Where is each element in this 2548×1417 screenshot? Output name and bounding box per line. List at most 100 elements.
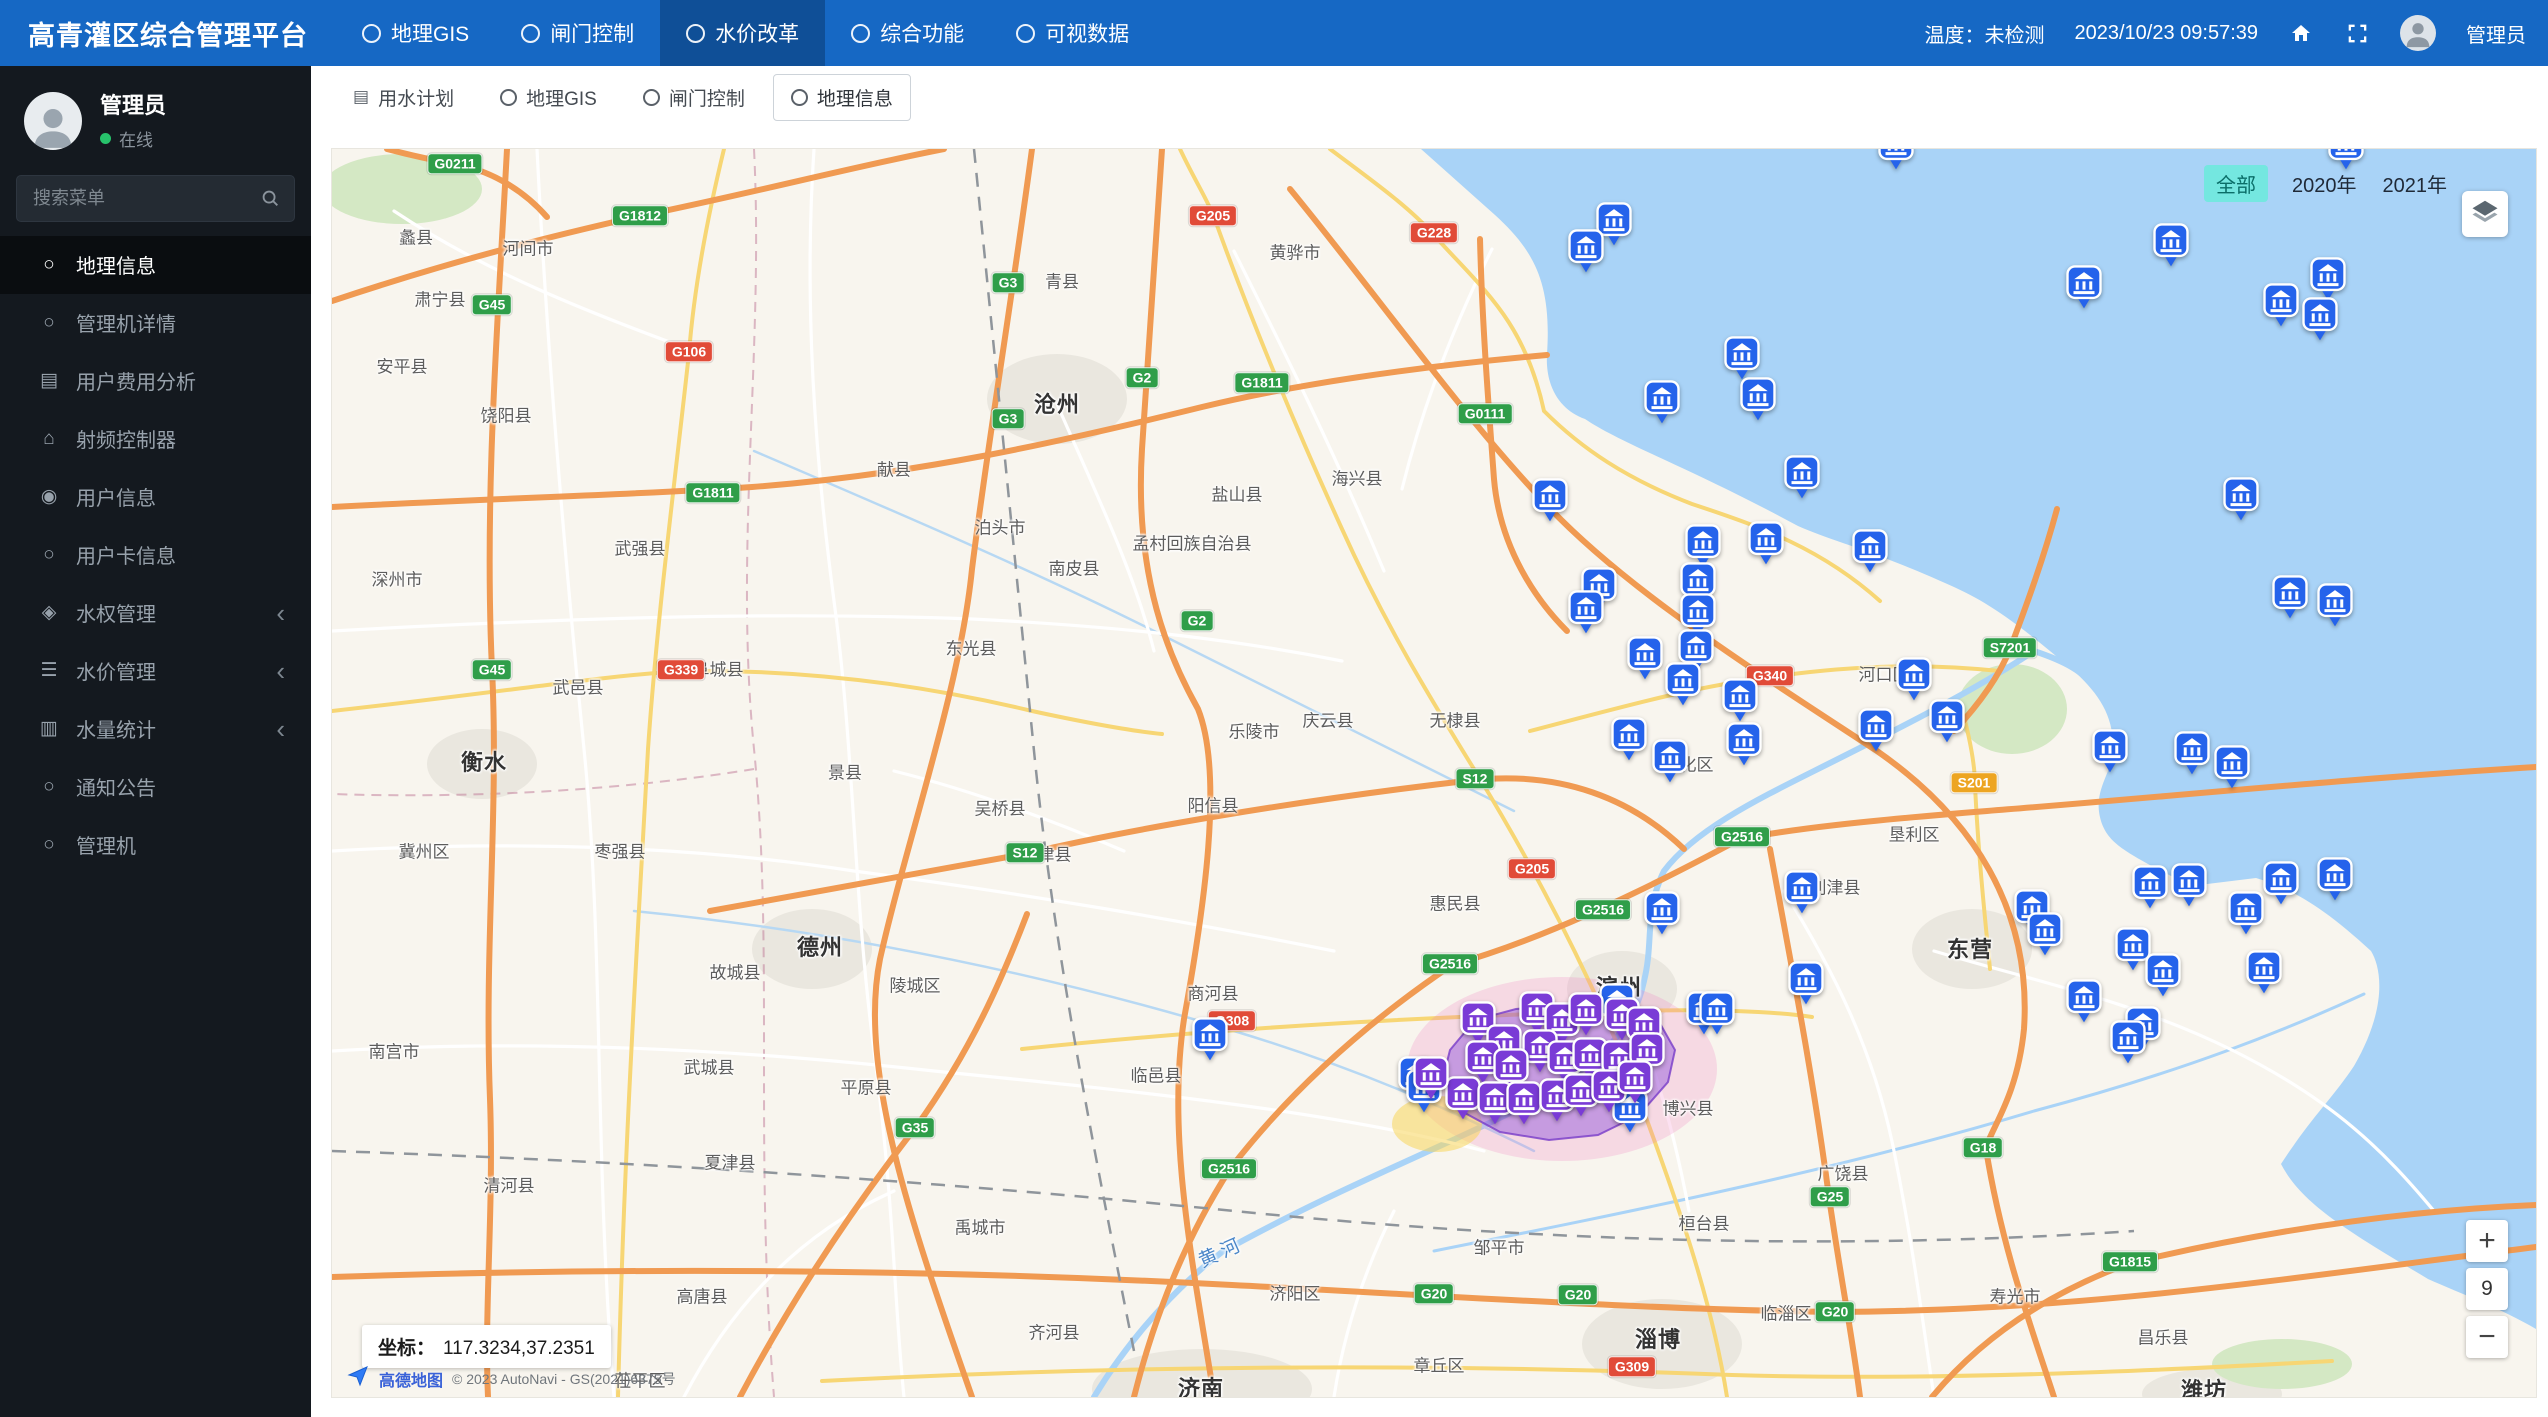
map-marker-pin[interactable] [2223,477,2259,522]
map-marker-pin[interactable] [1726,722,1762,767]
sidebar-item-label: 地理信息 [76,250,156,279]
map-marker-pin[interactable] [1878,148,1914,171]
navbar-item-3[interactable]: 水价改革 [660,0,825,66]
map-marker-pin[interactable] [1740,377,1776,422]
navbar-item-5[interactable]: 可视数据 [990,0,1155,66]
map-marker-pin[interactable] [1788,961,1824,1006]
circle-icon: ○ [34,544,64,566]
sidebar-item-5[interactable]: ◉用户信息 [0,468,311,526]
map-filter-2[interactable]: 2020年 [2290,165,2359,202]
map-marker-pin[interactable] [2132,865,2168,910]
map-canvas[interactable]: 沧州衡水德州滨州东营淄博济南潍坊蠡县肃宁县河间市青县献县泊头市黄骅市海兴县盐山县… [331,148,2537,1398]
map-filter-1[interactable]: 全部 [2204,165,2268,202]
amap-logo-icon[interactable] [346,1364,370,1393]
tab-3[interactable]: 闸门控制 [625,74,763,121]
map-marker-pin[interactable] [2110,1020,2146,1065]
sidebar-item-11[interactable]: ○管理机 [0,816,311,874]
map-marker-pin[interactable] [1568,229,1604,274]
map-marker-pin[interactable] [1192,1017,1228,1062]
navbar-item-1[interactable]: 地理GIS [336,0,495,66]
top-navbar: 高青灌区综合管理平台 地理GIS闸门控制水价改革综合功能可视数据 温度：未检测 … [0,0,2548,66]
zoom-control: + 9 − [2466,1220,2508,1358]
map-marker-pin[interactable] [1896,657,1932,702]
map-marker-pin[interactable] [1445,1076,1481,1121]
map-marker-pin[interactable] [1617,1060,1653,1105]
map-marker-pin[interactable] [1532,478,1568,523]
user-name-label[interactable]: 管理员 [2466,19,2526,48]
map-marker-pin[interactable] [2027,912,2063,957]
map-marker-pin[interactable] [1506,1081,1542,1126]
map-filter-3[interactable]: 2021年 [2381,165,2450,202]
amap-logo-text[interactable]: 高德地图 [379,1367,443,1391]
map-marker-pin[interactable] [1748,521,1784,566]
sidebar-avatar[interactable] [24,92,82,150]
home-icon[interactable] [2288,20,2314,46]
map-marker-pin[interactable] [2317,857,2353,902]
tab-2[interactable]: 地理GIS [482,74,615,121]
sidebar-item-label: 水价管理 [76,656,156,685]
users-icon: ◉ [34,485,64,508]
map-marker-pin[interactable] [2317,583,2353,628]
sidebar-item-3[interactable]: ▤用户费用分析 [0,352,311,410]
map-marker-pin[interactable] [2272,575,2308,620]
map-marker-pin[interactable] [1784,870,1820,915]
zoom-in-button[interactable]: + [2466,1220,2508,1262]
map-marker-pin[interactable] [1627,636,1663,681]
sidebar-item-10[interactable]: ○通知公告 [0,758,311,816]
map-marker-pin[interactable] [2263,861,2299,906]
map-marker-pin[interactable] [2302,297,2338,342]
map-marker-pin[interactable] [2153,223,2189,268]
map-marker-pin[interactable] [2066,979,2102,1024]
map-marker-pin[interactable] [1929,699,1965,744]
sidebar-item-label: 用户费用分析 [76,366,196,395]
map-marker-pin[interactable] [2263,283,2299,328]
sidebar-item-2[interactable]: ○管理机详情 [0,294,311,352]
user-avatar[interactable] [2400,15,2436,51]
map-marker-pin[interactable] [1784,455,1820,500]
list-icon: ▤ [353,87,369,107]
tab-label: 闸门控制 [669,84,745,111]
map-marker-pin[interactable] [2145,953,2181,998]
map-marker-pin[interactable] [1858,708,1894,753]
navbar-item-4[interactable]: 综合功能 [825,0,990,66]
map-marker-pin[interactable] [1611,717,1647,762]
sidebar-user-panel: 管理员 在线 [0,66,311,169]
navbar-item-label: 水价改革 [715,18,799,48]
map-marker-pin[interactable] [1413,1056,1449,1101]
sidebar-item-1[interactable]: ○地理信息 [0,236,311,294]
map-marker-pin[interactable] [1568,590,1604,635]
map-marker-pin[interactable] [2246,950,2282,995]
map-marker-pin[interactable] [1568,992,1604,1037]
map-marker-pin[interactable] [2310,257,2346,302]
map-marker-pin[interactable] [2174,731,2210,776]
map-marker-pin[interactable] [1699,991,1735,1036]
sidebar-item-label: 通知公告 [76,772,156,801]
map-marker-pin[interactable] [2092,729,2128,774]
copyright-text: © 2023 AutoNavi - GS(2021)6375号 [452,1369,676,1389]
map-marker-pin[interactable] [1665,662,1701,707]
sidebar-item-8[interactable]: ☰水价管理‹ [0,642,311,700]
sidebar-item-9[interactable]: ▥水量统计‹ [0,700,311,758]
zoom-out-button[interactable]: − [2466,1316,2508,1358]
map-marker-pin[interactable] [2214,745,2250,790]
map-marker-pin[interactable] [2171,863,2207,908]
map-marker-pin[interactable] [1644,891,1680,936]
map-marker-pin[interactable] [2228,891,2264,936]
map-marker-pin[interactable] [1644,380,1680,425]
navbar-item-2[interactable]: 闸门控制 [495,0,660,66]
map-marker-pin[interactable] [1722,678,1758,723]
tab-1[interactable]: ▤用水计划 [335,74,472,121]
map-marker-pin[interactable] [1652,739,1688,784]
search-icon[interactable] [259,187,281,209]
tab-4[interactable]: 地理信息 [773,74,911,121]
layers-button[interactable] [2462,191,2508,237]
chevron-icon: ‹ [276,716,285,742]
sidebar-item-4[interactable]: ⌂射频控制器 [0,410,311,468]
map-marker-pin[interactable] [1724,336,1760,381]
sidebar-item-6[interactable]: ○用户卡信息 [0,526,311,584]
search-input[interactable] [16,175,295,222]
sidebar-item-7[interactable]: ◈水权管理‹ [0,584,311,642]
fullscreen-icon[interactable] [2344,20,2370,46]
map-marker-pin[interactable] [1852,529,1888,574]
map-marker-pin[interactable] [2066,265,2102,310]
